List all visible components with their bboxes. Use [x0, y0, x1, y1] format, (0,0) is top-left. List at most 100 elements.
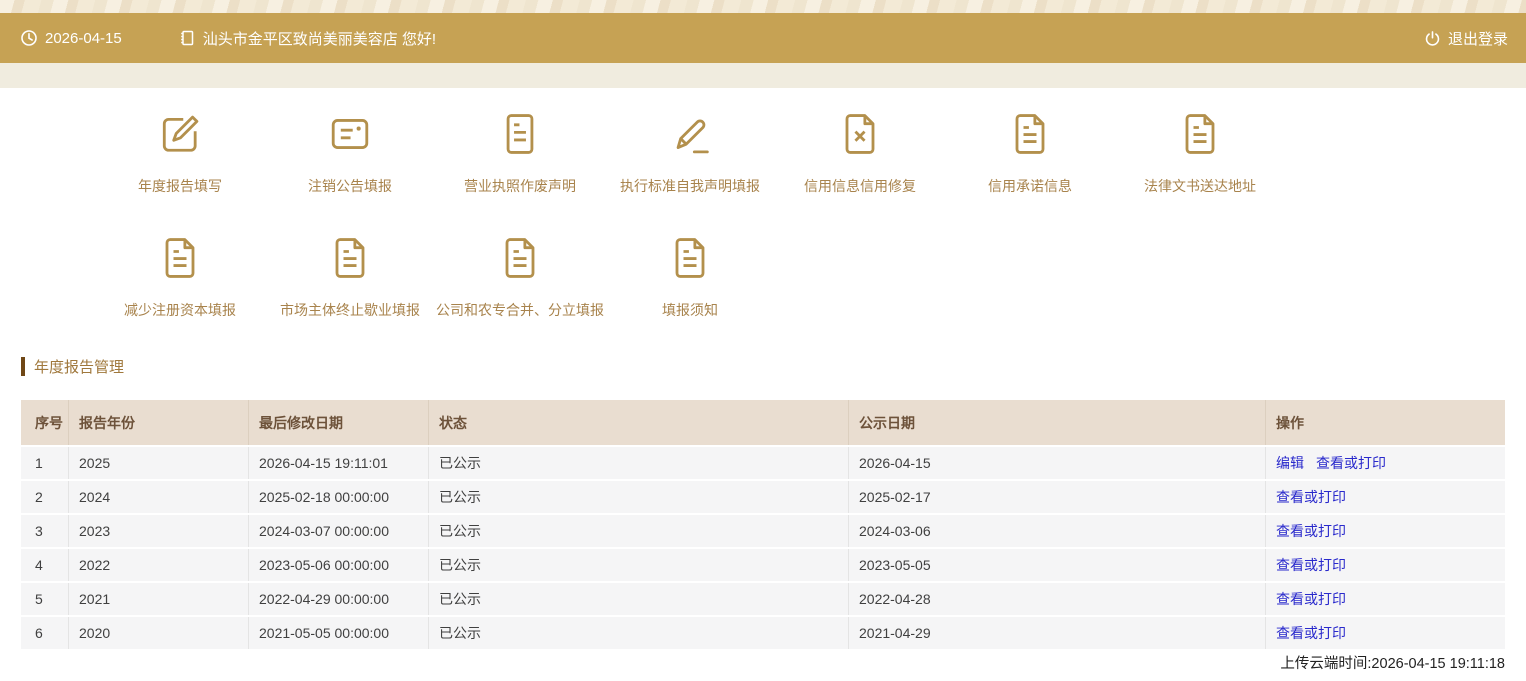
cell-publish_date: 2021-04-29 — [848, 617, 1265, 649]
cell-actions: 查看或打印 — [1265, 583, 1505, 615]
column-header-2: 最后修改日期 — [248, 400, 428, 445]
cell-status: 已公示 — [428, 515, 848, 547]
document-lines-icon — [494, 108, 546, 160]
app-shortcut-label: 公司和农专合并、分立填报 — [436, 302, 604, 318]
app-shortcut-label: 信用承诺信息 — [988, 178, 1072, 194]
app-shortcut-减少注册资本填报[interactable]: 减少注册资本填报 — [95, 232, 265, 320]
column-header-5: 操作 — [1265, 400, 1505, 445]
file-x-icon — [834, 108, 886, 160]
cell-index: 1 — [21, 447, 68, 479]
app-icon-grid: 年度报告填写 注销公告填报 营业执照作废声明 执行标准自我声明填报 信用信息信用修复 信用… — [0, 88, 1526, 320]
cell-publish_date: 2025-02-17 — [848, 481, 1265, 513]
section-header: 年度报告管理 — [21, 356, 1526, 377]
cell-year: 2023 — [68, 515, 248, 547]
cell-index: 3 — [21, 515, 68, 547]
cell-actions: 查看或打印 — [1265, 617, 1505, 649]
logout-button[interactable]: 退出登录 — [1424, 28, 1508, 49]
cell-modified: 2026-04-15 19:11:01 — [248, 447, 428, 479]
app-shortcut-label: 营业执照作废声明 — [464, 178, 576, 194]
app-shortcut-label: 注销公告填报 — [308, 178, 392, 194]
id-card-icon — [324, 108, 376, 160]
table-header-row: 序号 报告年份 最后修改日期 状态 公示日期 操作 — [21, 400, 1505, 445]
file-text-icon — [324, 232, 376, 284]
cell-index: 4 — [21, 549, 68, 581]
topbar-greeting: 汕头市金平区致尚美丽美容店 您好! — [202, 30, 437, 48]
app-shortcut-信用信息信用修复[interactable]: 信用信息信用修复 — [775, 108, 945, 196]
app-shortcut-label: 填报须知 — [662, 302, 718, 318]
table-row: 1 2025 2026-04-15 19:11:01 已公示 2026-04-15 编辑查… — [21, 447, 1505, 479]
app-shortcut-label: 年度报告填写 — [138, 178, 222, 194]
view-or-print-link[interactable]: 查看或打印 — [1316, 455, 1386, 471]
column-header-1: 报告年份 — [68, 400, 248, 445]
cell-modified: 2025-02-18 00:00:00 — [248, 481, 428, 513]
cell-actions: 查看或打印 — [1265, 515, 1505, 547]
app-shortcut-label: 市场主体终止歇业填报 — [280, 302, 420, 318]
table-row: 5 2021 2022-04-29 00:00:00 已公示 2022-04-28 查看或… — [21, 583, 1505, 615]
view-or-print-link[interactable]: 查看或打印 — [1276, 557, 1346, 573]
view-or-print-link[interactable]: 查看或打印 — [1276, 489, 1346, 505]
app-shortcut-注销公告填报[interactable]: 注销公告填报 — [265, 108, 435, 196]
app-shortcut-年度报告填写[interactable]: 年度报告填写 — [95, 108, 265, 196]
cell-actions: 查看或打印 — [1265, 549, 1505, 581]
view-or-print-link[interactable]: 查看或打印 — [1276, 625, 1346, 641]
cell-actions: 查看或打印 — [1265, 481, 1505, 513]
table-row: 4 2022 2023-05-06 00:00:00 已公示 2023-05-05 查看或… — [21, 549, 1505, 581]
page-top-texture — [0, 0, 1526, 13]
file-text-icon — [494, 232, 546, 284]
app-shortcut-公司和农专合并、分立填报[interactable]: 公司和农专合并、分立填报 — [435, 232, 605, 320]
app-shortcut-市场主体终止歇业填报[interactable]: 市场主体终止歇业填报 — [265, 232, 435, 320]
cell-publish_date: 2026-04-15 — [848, 447, 1265, 479]
file-text-icon — [1004, 108, 1056, 160]
cell-year: 2021 — [68, 583, 248, 615]
cell-publish_date: 2022-04-28 — [848, 583, 1265, 615]
app-shortcut-信用承诺信息[interactable]: 信用承诺信息 — [945, 108, 1115, 196]
app-shortcut-法律文书送达地址[interactable]: 法律文书送达地址 — [1115, 108, 1285, 196]
cell-index: 2 — [21, 481, 68, 513]
cell-status: 已公示 — [428, 617, 848, 649]
clock-icon — [20, 29, 38, 47]
view-or-print-link[interactable]: 查看或打印 — [1276, 591, 1346, 607]
logout-label: 退出登录 — [1447, 30, 1508, 48]
upload-time-text: 上传云端时间:2026-04-15 19:11:18 — [1280, 656, 1505, 672]
topbar-greeting-group: 汕头市金平区致尚美丽美容店 您好! — [178, 28, 436, 49]
file-text-icon — [154, 232, 206, 284]
app-shortcut-label: 减少注册资本填报 — [124, 302, 236, 318]
app-icon-row: 年度报告填写 注销公告填报 营业执照作废声明 执行标准自我声明填报 信用信息信用修复 信用… — [0, 108, 1526, 196]
view-or-print-link[interactable]: 查看或打印 — [1276, 523, 1346, 539]
cell-modified: 2021-05-05 00:00:00 — [248, 617, 428, 649]
app-shortcut-label: 法律文书送达地址 — [1144, 178, 1256, 194]
table-row: 2 2024 2025-02-18 00:00:00 已公示 2025-02-17 查看或… — [21, 481, 1505, 513]
cell-status: 已公示 — [428, 549, 848, 581]
file-text-icon — [1174, 108, 1226, 160]
topbar-date: 2026-04-15 — [45, 29, 122, 47]
cell-actions: 编辑 查看或打印 — [1265, 447, 1505, 479]
edit-link[interactable]: 编辑 — [1276, 455, 1304, 471]
app-shortcut-label: 信用信息信用修复 — [804, 178, 916, 194]
cell-index: 5 — [21, 583, 68, 615]
topbar: 2026-04-15 汕头市金平区致尚美丽美容店 您好! 退出登录 — [0, 13, 1526, 63]
column-header-0: 序号 — [21, 400, 68, 445]
topbar-date-group: 2026-04-15 — [20, 29, 122, 47]
app-icon-row: 减少注册资本填报 市场主体终止歇业填报 公司和农专合并、分立填报 填报须知 — [0, 232, 1526, 320]
cell-publish_date: 2024-03-06 — [848, 515, 1265, 547]
column-header-4: 公示日期 — [848, 400, 1265, 445]
power-icon — [1424, 30, 1441, 47]
cell-modified: 2023-05-06 00:00:00 — [248, 549, 428, 581]
cell-modified: 2022-04-29 00:00:00 — [248, 583, 428, 615]
cell-year: 2020 — [68, 617, 248, 649]
annual-report-table: 序号 报告年份 最后修改日期 状态 公示日期 操作 1 2025 2026-04-15 19:… — [21, 398, 1505, 651]
pencil-icon — [664, 108, 716, 160]
column-header-3: 状态 — [428, 400, 848, 445]
sub-header-strip — [0, 63, 1526, 88]
cell-status: 已公示 — [428, 481, 848, 513]
cell-index: 6 — [21, 617, 68, 649]
app-shortcut-营业执照作废声明[interactable]: 营业执照作废声明 — [435, 108, 605, 196]
cell-modified: 2024-03-07 00:00:00 — [248, 515, 428, 547]
cell-year: 2024 — [68, 481, 248, 513]
cell-publish_date: 2023-05-05 — [848, 549, 1265, 581]
section-accent-bar — [21, 357, 25, 376]
app-shortcut-执行标准自我声明填报[interactable]: 执行标准自我声明填报 — [605, 108, 775, 196]
cell-status: 已公示 — [428, 447, 848, 479]
table-row: 6 2020 2021-05-05 00:00:00 已公示 2021-04-29 查看或… — [21, 617, 1505, 649]
app-shortcut-填报须知[interactable]: 填报须知 — [605, 232, 775, 320]
